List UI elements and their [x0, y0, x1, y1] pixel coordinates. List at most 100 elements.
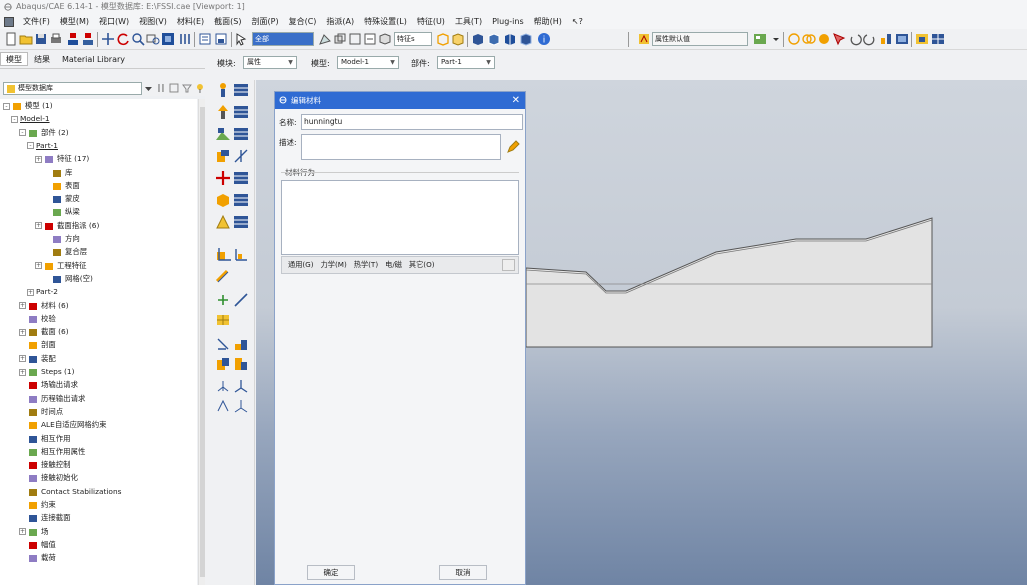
tree-item[interactable]: 接触控制 [19, 459, 71, 471]
expand-icon[interactable]: + [27, 288, 34, 296]
composite-layup-icon[interactable] [215, 214, 231, 230]
tree-item[interactable]: Contact Stabilizations [19, 486, 122, 498]
tree-item[interactable]: 场输出请求 [19, 379, 78, 391]
drag-shape-icon[interactable] [348, 32, 362, 46]
tab-results[interactable]: 结果 [28, 52, 56, 66]
tree-item[interactable]: 幅值 [19, 539, 56, 551]
pan-icon[interactable] [101, 32, 115, 46]
tab-material-library[interactable]: Material Library [56, 52, 131, 66]
tree-item[interactable]: + Steps (1) [19, 366, 75, 378]
tree-item[interactable]: + 截面指派 (6) [35, 220, 99, 232]
render-outline-icon[interactable] [519, 32, 533, 46]
tree-item[interactable]: + 特征 (17) [35, 153, 89, 165]
module-select[interactable]: 属性 ▼ [243, 56, 297, 69]
box-zoom-icon[interactable] [146, 32, 160, 46]
tree-item[interactable]: + Part-2 [27, 286, 58, 298]
pin-icon[interactable] [195, 83, 205, 93]
menu-composite[interactable]: 复合(C) [284, 16, 322, 27]
render-shaded-icon[interactable] [471, 32, 485, 46]
ok-button[interactable]: 确定 [307, 565, 355, 580]
collapse-icon[interactable]: - [19, 129, 26, 137]
tree-item[interactable]: 蒙皮 [43, 193, 80, 205]
save-icon[interactable] [34, 32, 48, 46]
tree-item[interactable]: - 部件 (2) [19, 127, 69, 139]
menu-section[interactable]: 截面(S) [209, 16, 246, 27]
render-wireframe-icon[interactable] [436, 32, 450, 46]
edit-pencil-icon[interactable] [506, 140, 520, 154]
model-tree-icon[interactable] [66, 32, 80, 46]
render-shaded-edges-icon[interactable] [487, 32, 501, 46]
palette-icon[interactable] [753, 32, 767, 46]
collapse-icon[interactable]: - [11, 115, 18, 123]
inertia-manager-icon[interactable] [233, 192, 249, 208]
select-arrow-icon[interactable] [234, 32, 248, 46]
auto-fit-icon[interactable] [161, 32, 175, 46]
expand-icon[interactable]: + [35, 262, 42, 270]
tree-item[interactable]: 复合层 [43, 246, 87, 258]
tree-item[interactable]: + 截面 (6) [19, 326, 69, 338]
menu-tools[interactable]: 工具(T) [450, 16, 487, 27]
expand-all-icon[interactable] [169, 83, 179, 93]
create-datum-point-icon[interactable] [215, 292, 231, 308]
undo-view-icon[interactable] [848, 32, 862, 46]
tree-item[interactable]: + 工程特征 [35, 260, 87, 272]
display-group-create-icon[interactable] [215, 356, 231, 372]
info-icon[interactable]: i [537, 32, 551, 46]
ball-icon[interactable] [817, 32, 831, 46]
torus-icon[interactable] [802, 32, 816, 46]
material-behaviors-list[interactable] [281, 180, 519, 255]
tree-item[interactable]: 纵梁 [43, 206, 80, 218]
tree-item[interactable]: 剖面 [19, 339, 56, 351]
cursor-red-icon[interactable] [832, 32, 846, 46]
menu-thermal[interactable]: 热学(T) [354, 260, 378, 270]
section-assign-manager-icon[interactable] [233, 126, 249, 142]
part-select[interactable]: Part-1 ▼ [437, 56, 495, 69]
tree-item[interactable]: 接触初始化 [19, 472, 78, 484]
create-profile-icon[interactable] [215, 148, 231, 164]
create-datum-csys-icon[interactable] [215, 336, 231, 352]
filter-icon[interactable] [182, 83, 193, 93]
delete-behavior-icon[interactable] [502, 259, 515, 271]
expand-icon[interactable]: + [19, 328, 26, 336]
expand-icon[interactable]: + [19, 302, 26, 309]
system-menu-icon[interactable] [4, 16, 14, 27]
query-csys-icon[interactable] [215, 398, 231, 414]
csys-list-icon[interactable] [233, 398, 249, 414]
model-db-select[interactable]: 模型数据库 [3, 81, 143, 95]
faces-icon[interactable] [378, 32, 392, 46]
description-field[interactable] [301, 134, 501, 160]
close-icon[interactable]: ✕ [512, 92, 520, 109]
menu-view[interactable]: 视图(V) [134, 16, 172, 27]
partition-icon[interactable] [233, 336, 249, 352]
tree-item[interactable]: 相互作用 [19, 433, 71, 445]
layup-manager-icon[interactable] [233, 214, 249, 230]
edge-icon[interactable] [363, 32, 377, 46]
tree-item[interactable]: + 材料 (6) [19, 300, 69, 312]
material-name-field[interactable]: hunningtu [301, 114, 523, 130]
assign-orientation-icon[interactable] [215, 246, 231, 262]
cancel-button[interactable]: 取消 [439, 565, 487, 580]
dialog-title-bar[interactable]: 编辑材料 ✕ [275, 92, 525, 109]
magnify-icon[interactable] [131, 32, 145, 46]
dropdown-arrow-icon[interactable] [144, 84, 153, 93]
menu-help[interactable]: 帮助(H) [529, 16, 567, 27]
tile-icon[interactable] [931, 32, 945, 46]
menu-model[interactable]: 模型(M) [55, 16, 94, 27]
results-tree-icon[interactable] [81, 32, 95, 46]
redo-view-icon[interactable] [863, 32, 877, 46]
tree-item[interactable]: 校验 [19, 313, 56, 325]
selection-filter-select[interactable]: 全部 [252, 32, 314, 46]
collapse-icon[interactable]: - [3, 102, 10, 110]
sphere-icon[interactable] [787, 32, 801, 46]
tree-item[interactable]: + 场 [19, 526, 48, 538]
feature-filter-field[interactable]: 特征s [394, 32, 432, 46]
dropdown-arrow-icon[interactable] [769, 32, 783, 46]
triad-icon[interactable] [233, 378, 249, 394]
expand-icon[interactable]: + [19, 368, 26, 376]
expand-icon[interactable]: + [35, 155, 42, 163]
menu-other[interactable]: 其它(O) [409, 260, 435, 270]
expand-icon[interactable]: + [35, 222, 42, 230]
attribute-icon[interactable] [637, 32, 651, 46]
tree-item[interactable]: 约束 [19, 499, 56, 511]
tree-item[interactable]: 载荷 [19, 552, 56, 564]
